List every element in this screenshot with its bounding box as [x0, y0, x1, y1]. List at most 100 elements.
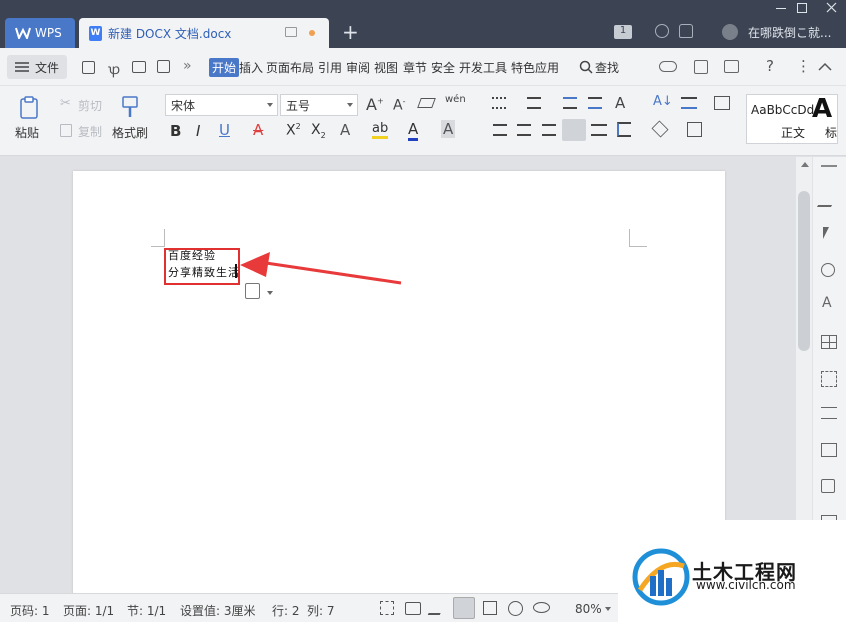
underline-icon[interactable]: U — [219, 121, 230, 139]
pen-icon[interactable] — [816, 193, 840, 207]
pointer-icon[interactable] — [823, 227, 829, 239]
share-icon[interactable] — [694, 60, 708, 74]
collapse-ribbon-icon[interactable] — [818, 62, 832, 71]
subscript-icon[interactable]: X2 — [311, 122, 326, 140]
tab-review[interactable]: 审阅 — [346, 59, 370, 76]
tab-security[interactable]: 安全 — [431, 59, 455, 76]
status-row[interactable]: 行: 2 — [272, 602, 300, 619]
align-center-icon[interactable] — [517, 124, 531, 136]
phonetic-guide-icon[interactable]: wén — [445, 94, 466, 105]
status-page-number[interactable]: 页码: 1 — [10, 602, 50, 619]
char-shading-icon[interactable]: A — [441, 120, 456, 138]
tab-developer[interactable]: 开发工具 — [459, 59, 507, 76]
tab-special-apps[interactable]: 特色应用 — [511, 59, 559, 76]
font-size-select[interactable]: 五号 — [280, 94, 358, 116]
format-painter-button[interactable]: 格式刷 — [110, 124, 150, 140]
zoom-level[interactable]: 80% — [575, 602, 602, 616]
tab-references[interactable]: 引用 — [318, 59, 342, 76]
search-icon[interactable] — [579, 60, 593, 74]
numbered-list-icon[interactable] — [527, 97, 541, 109]
maximize-button[interactable] — [797, 3, 807, 13]
image-icon[interactable] — [821, 443, 837, 457]
eye-protection-icon[interactable] — [533, 602, 550, 613]
print-icon[interactable] — [132, 61, 146, 73]
print-preview-icon[interactable] — [157, 60, 170, 73]
shading-fill-icon[interactable] — [651, 120, 669, 138]
save-icon[interactable] — [82, 61, 95, 74]
cloud-icon[interactable] — [659, 61, 677, 72]
sort-icon[interactable]: A↓ — [653, 94, 673, 109]
bold-icon[interactable]: B — [170, 122, 181, 140]
tab-sections[interactable]: 章节 — [403, 59, 427, 76]
show-marks-icon[interactable] — [714, 96, 730, 110]
tab-insert[interactable]: 插入 — [239, 59, 263, 76]
table-icon[interactable] — [821, 335, 837, 349]
paste-button[interactable]: 粘贴 — [12, 124, 42, 140]
grow-font-icon[interactable]: A+ — [366, 95, 384, 114]
help-icon[interactable]: ? — [766, 57, 774, 75]
chevron-down-icon[interactable] — [267, 291, 273, 295]
grid-apps-icon[interactable] — [821, 371, 837, 387]
scroll-thumb[interactable] — [798, 191, 810, 351]
status-setting[interactable]: 设置值: 3厘米 — [180, 602, 256, 619]
tab-home[interactable]: 开始 — [209, 58, 240, 77]
text-effect-icon[interactable]: A — [340, 121, 350, 139]
text-style-icon[interactable]: A — [822, 295, 832, 311]
tools-icon[interactable] — [724, 60, 739, 73]
highlight-icon[interactable]: ab — [372, 121, 389, 139]
outline-view-icon[interactable] — [483, 601, 497, 615]
style-heading-preview[interactable]: A — [812, 94, 832, 124]
sidebar-collapse-icon[interactable] — [821, 165, 837, 167]
increase-indent-icon[interactable] — [588, 97, 602, 109]
distribute-icon[interactable] — [591, 124, 607, 136]
copy-button[interactable]: 复制 — [76, 123, 104, 139]
zoom-chevron-icon[interactable] — [605, 607, 611, 611]
edit-mode-icon[interactable] — [427, 601, 447, 615]
tab-page-layout[interactable]: 页面布局 — [266, 59, 314, 76]
output-pdf-icon[interactable]: ꝕ — [108, 60, 120, 79]
sliders-icon[interactable] — [821, 407, 837, 419]
more-options-icon[interactable]: ⋮ — [796, 57, 811, 75]
cut-button[interactable]: 剪切 — [76, 97, 104, 113]
paste-options-icon[interactable] — [245, 283, 260, 299]
status-column[interactable]: 列: 7 — [307, 602, 335, 619]
italic-icon[interactable]: I — [196, 122, 200, 140]
tab-wps-home[interactable]: WPS — [5, 18, 75, 48]
line-break-icon[interactable] — [681, 97, 697, 109]
monitor-icon[interactable] — [285, 27, 297, 37]
align-left-icon[interactable] — [493, 124, 507, 136]
window-count-badge[interactable]: 1 — [614, 25, 632, 39]
shrink-font-icon[interactable]: A- — [393, 97, 405, 114]
more-quick-access-icon[interactable]: » — [183, 58, 192, 74]
paste-icon[interactable] — [19, 96, 41, 120]
font-color-icon[interactable]: A — [408, 120, 419, 141]
line-spacing-icon[interactable] — [617, 122, 631, 137]
page-view-icon[interactable] — [453, 597, 475, 619]
web-view-icon[interactable] — [508, 601, 523, 616]
file-menu-button[interactable]: 文件 — [7, 55, 67, 79]
skin-shirt-icon[interactable] — [679, 24, 693, 38]
minimize-button[interactable] — [776, 8, 786, 9]
new-tab-button[interactable]: + — [342, 20, 359, 44]
fullscreen-icon[interactable] — [380, 601, 394, 615]
format-painter-icon[interactable] — [120, 95, 140, 119]
bullet-list-icon[interactable] — [492, 97, 506, 109]
tab-document[interactable]: W 新建 DOCX 文档.docx — [79, 18, 329, 48]
shapes-icon[interactable] — [821, 263, 835, 277]
superscript-icon[interactable]: X2 — [286, 122, 301, 139]
search-label[interactable]: 查找 — [595, 59, 619, 76]
font-name-select[interactable]: 宋体 — [165, 94, 278, 116]
close-window-icon[interactable] — [826, 2, 837, 13]
cloud-sync-icon[interactable] — [655, 24, 669, 38]
decrease-indent-icon[interactable] — [563, 97, 577, 109]
search-hint-text[interactable]: 在哪跌倒こ就... — [748, 24, 831, 41]
strikethrough-icon[interactable]: A — [253, 121, 263, 139]
reading-mode-icon[interactable] — [405, 602, 421, 615]
status-section[interactable]: 节: 1/1 — [127, 602, 166, 619]
export-icon[interactable] — [821, 479, 835, 493]
change-case-icon[interactable]: A — [615, 94, 625, 112]
status-pages[interactable]: 页面: 1/1 — [63, 602, 114, 619]
tab-view[interactable]: 视图 — [374, 59, 398, 76]
align-right-icon[interactable] — [542, 124, 556, 136]
scroll-up-icon[interactable] — [801, 162, 809, 167]
